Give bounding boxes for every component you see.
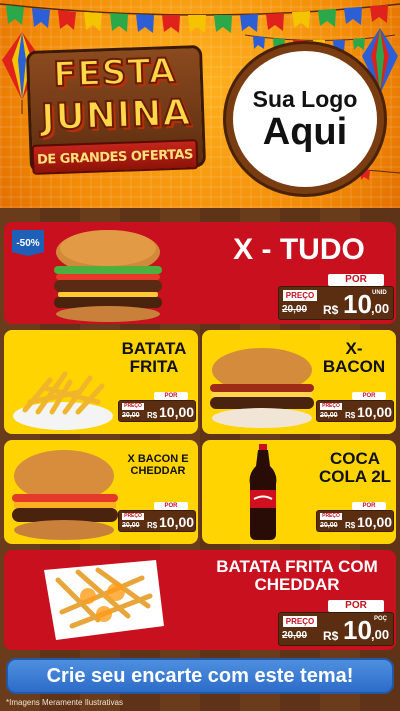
product-card-x-bacon[interactable]: X- BACON POR PREÇO 20,00 R$ 10,00 <box>202 330 396 434</box>
product-name-batata-cheddar: BATATA FRITA COM CHEDDAR <box>202 558 392 594</box>
price-bar: PREÇO 20,00 R$ 10,00 <box>316 400 394 422</box>
por-label: POR <box>154 502 188 510</box>
name-line1: COCA <box>329 449 381 468</box>
por-label: POR <box>352 392 386 400</box>
por-label: POR <box>328 274 384 286</box>
por-label: POR <box>328 600 384 612</box>
disclaimer-text: *Imagens Meramente Ilustrativas <box>6 698 123 707</box>
price-tag-batata-frita: POR PREÇO 20,00 R$ 10,00 <box>118 392 196 424</box>
preco-label: PREÇO <box>320 403 342 410</box>
old-price: 20,00 <box>122 412 140 419</box>
price-bar: PREÇO 20,00 R$ 10 ,00 POÇ <box>278 612 394 646</box>
title-junina: JUNINA <box>39 91 192 139</box>
price-bar: PREÇO 20,00 R$ 10,00 <box>118 510 196 532</box>
current-price-int: 10 <box>343 615 372 645</box>
currency: R$ <box>345 521 356 530</box>
product-card-x-tudo[interactable]: -50% X - TUDO POR PREÇO 20,00 R$ 10 ,00 … <box>4 222 396 324</box>
burger-icon <box>54 230 162 322</box>
title-festa: FESTA <box>52 50 178 96</box>
name-line2: BACON <box>322 356 386 376</box>
current-price: 10,00 <box>357 404 393 420</box>
unit-label: POÇ <box>374 616 388 622</box>
old-price: 20,00 <box>320 412 338 419</box>
preco-label: PREÇO <box>320 513 342 520</box>
currency: R$ <box>323 629 339 643</box>
current-price: 10,00 <box>159 404 195 420</box>
product-card-batata-cheddar[interactable]: BATATA FRITA COM CHEDDAR POR PREÇO 20,00… <box>4 550 396 650</box>
product-card-batata-frita[interactable]: BATATA FRITA POR PREÇO 20,00 R$ 10,00 <box>4 330 198 434</box>
name-line1: BATATA <box>121 339 187 358</box>
product-name-batata-frita: BATATA FRITA <box>112 340 196 376</box>
product-name-x-bacon-cheddar: X BACON E CHEDDAR <box>120 453 196 477</box>
old-price: 20,00 <box>122 522 140 529</box>
product-card-x-bacon-cheddar[interactable]: X BACON E CHEDDAR POR PREÇO 20,00 R$ 10,… <box>4 440 198 544</box>
unit-label: UNID <box>372 290 387 296</box>
current-price: 10,00 <box>357 514 393 530</box>
old-price: 20,00 <box>282 304 308 315</box>
discount-badge: -50% <box>12 230 44 256</box>
old-price: 20,00 <box>282 630 308 641</box>
price-bar: PREÇO 20,00 R$ 10 ,00 UNID <box>278 286 394 320</box>
price-bar: PREÇO 20,00 R$ 10,00 <box>316 510 394 532</box>
por-label: POR <box>352 502 386 510</box>
current-price: 10,00 <box>159 514 195 530</box>
por-label: POR <box>154 392 188 400</box>
name-line1: BATATA FRITA COM <box>216 557 378 576</box>
product-name-coca-cola: COCA COLA 2L <box>316 450 394 486</box>
bacon-burger-icon <box>210 348 314 428</box>
currency: R$ <box>323 303 339 317</box>
create-flyer-button[interactable]: Crie seu encarte com este tema! <box>6 658 394 694</box>
currency: R$ <box>147 411 158 420</box>
product-name-x-tudo: X - TUDO <box>233 233 365 266</box>
cheddar-burger-icon <box>12 450 118 540</box>
name-line1: X BACON E <box>127 453 189 465</box>
price-bar: PREÇO 20,00 R$ 10,00 <box>118 400 196 422</box>
currency: R$ <box>345 411 356 420</box>
old-price: 20,00 <box>320 522 338 529</box>
product-name-x-bacon: X- BACON <box>314 340 394 376</box>
price-tag-x-bacon: POR PREÇO 20,00 R$ 10,00 <box>316 392 394 424</box>
price-tag-x-tudo: POR PREÇO 20,00 R$ 10 ,00 UNID <box>278 274 394 320</box>
name-line2: COLA 2L <box>318 466 392 486</box>
subtitle-ribbon: DE GRANDES OFERTAS <box>31 139 199 175</box>
header-banner: FESTA JUNINA DE GRANDES OFERTAS Sua Logo… <box>0 0 400 208</box>
logo-placeholder: Sua Logo Aqui <box>226 44 384 194</box>
currency: R$ <box>147 521 158 530</box>
current-price-dec: ,00 <box>371 627 390 642</box>
logo-text-line1: Sua Logo <box>252 85 358 112</box>
fries-icon <box>13 371 113 430</box>
name-line2: FRITA <box>129 356 179 376</box>
price-tag-coca-cola: POR PREÇO 20,00 R$ 10,00 <box>316 502 394 534</box>
current-price-dec: ,00 <box>371 301 390 316</box>
logo-text-line2: Aqui <box>262 110 348 153</box>
preco-label: PREÇO <box>122 403 144 410</box>
cheddar-fries-icon <box>44 560 164 640</box>
preco-label: PREÇO <box>283 616 317 627</box>
name-line2: CHEDDAR <box>254 574 340 594</box>
soda-bottle-icon <box>249 444 277 540</box>
name-line1: X- <box>345 339 363 358</box>
price-tag-batata-cheddar: POR PREÇO 20,00 R$ 10 ,00 POÇ <box>278 600 394 646</box>
preco-label: PREÇO <box>283 290 317 301</box>
preco-label: PREÇO <box>122 513 144 520</box>
current-price-int: 10 <box>343 289 372 319</box>
product-card-coca-cola[interactable]: COCA COLA 2L POR PREÇO 20,00 R$ 10,00 <box>202 440 396 544</box>
price-tag-x-bacon-cheddar: POR PREÇO 20,00 R$ 10,00 <box>118 502 196 534</box>
name-line2: CHEDDAR <box>130 464 186 477</box>
